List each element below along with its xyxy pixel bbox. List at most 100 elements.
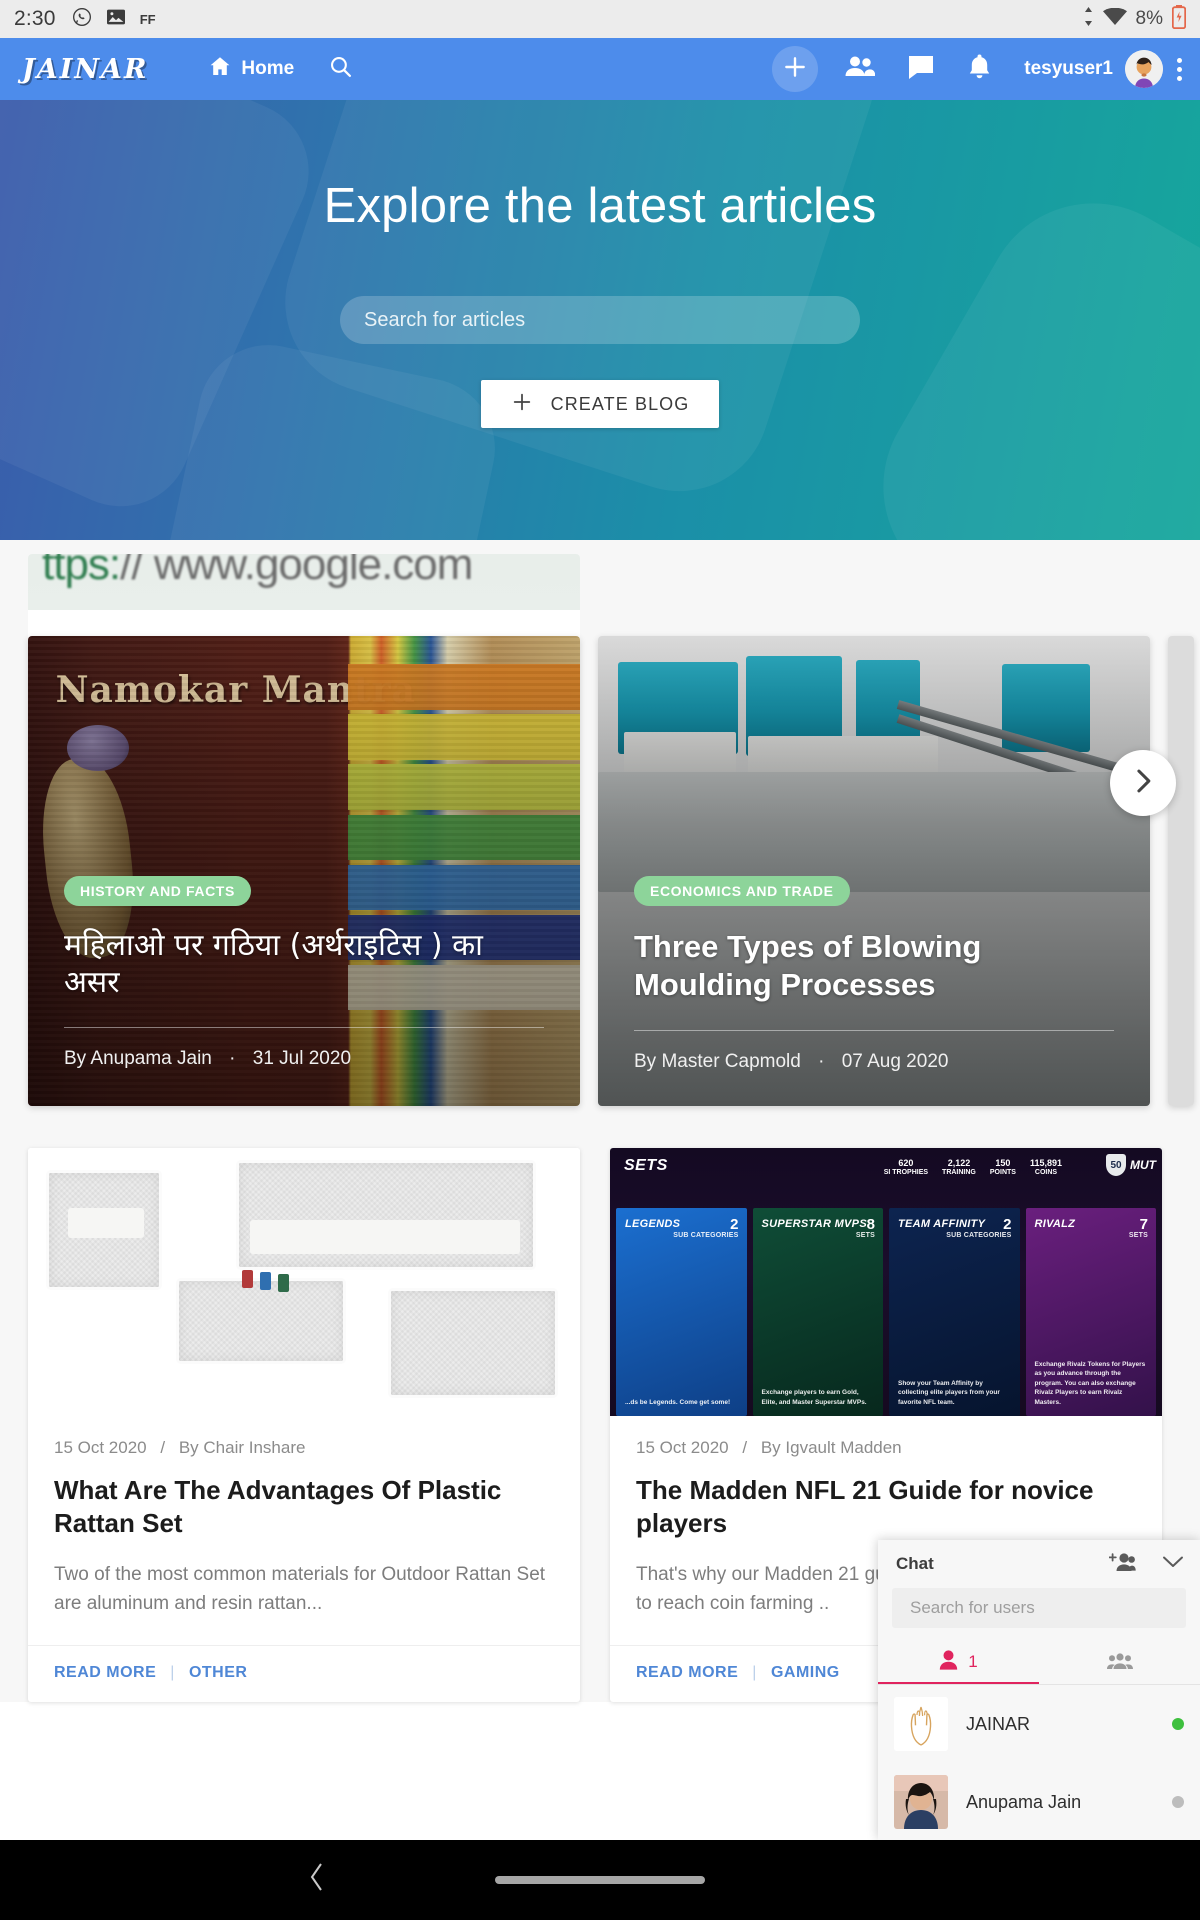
blog-card-excerpt: Two of the most common materials for Out… (54, 1564, 546, 1615)
people-button[interactable] (844, 54, 876, 85)
chat-bubble-icon (907, 54, 935, 85)
read-more-link[interactable]: READ MORE (54, 1664, 156, 1682)
category-link[interactable]: OTHER (189, 1664, 248, 1682)
whatsapp-icon (72, 7, 92, 32)
hero-search-box[interactable] (340, 296, 860, 344)
plus-icon (511, 391, 533, 418)
home-pill[interactable] (495, 1876, 705, 1884)
list-item[interactable]: JAINAR (878, 1685, 1200, 1763)
featured-carousel[interactable]: Namokar Mantra HISTORY AND FACTS महिलाओ … (0, 554, 1200, 1108)
blog-card-title[interactable]: The Madden NFL 21 Guide for novice playe… (636, 1474, 1136, 1540)
blog-card[interactable]: 15 Oct 2020 / By Chair Inshare What Are … (28, 1148, 580, 1702)
chat-tabs: 1 (878, 1642, 1200, 1685)
ff-icon: FF (139, 11, 156, 27)
status-notification-icons: FF (72, 7, 156, 32)
chat-header-actions (1108, 1552, 1184, 1577)
blog-card-title[interactable]: What Are The Advantages Of Plastic Ratta… (54, 1474, 554, 1540)
nav-item-home[interactable]: Home (208, 54, 294, 84)
chat-user-name: Anupama Jain (966, 1791, 1082, 1812)
read-more-link[interactable]: READ MORE (636, 1664, 738, 1682)
chat-tab-people[interactable]: 1 (878, 1642, 1039, 1684)
status-system-icons: 8% (1083, 4, 1187, 34)
nav-search-button[interactable] (328, 54, 353, 84)
search-input[interactable] (364, 308, 836, 332)
kebab-menu-icon[interactable] (1177, 57, 1182, 81)
featured-card-partial[interactable] (1168, 636, 1194, 1106)
white-rattan-furniture-set-image[interactable] (28, 1148, 580, 1416)
create-blog-button[interactable]: CREATE BLOG (480, 380, 720, 428)
game-tile: SUPERSTAR MVPS 8 SETS Exchange players t… (752, 1208, 883, 1416)
featured-card-title[interactable]: महिलाओ पर गठिया (अर्थराइटिस ) का असर (64, 928, 544, 1001)
carousel-next-button[interactable] (1110, 750, 1176, 816)
chat-user-list: JAINAR Anupama Jain (878, 1685, 1200, 1840)
status-badge (1172, 1718, 1184, 1730)
blog-card-meta: 15 Oct 2020 / By Chair Inshare (54, 1438, 554, 1458)
battery-percent: 8% (1135, 8, 1163, 29)
chat-user-name: JAINAR (966, 1713, 1031, 1734)
stat-item: 2,122 TRAINING (942, 1158, 976, 1177)
namaste-hands-avatar (894, 1697, 948, 1751)
featured-card[interactable]: ECONOMICS AND TRADE Three Types of Blowi… (598, 636, 1150, 1106)
notifications-button[interactable] (967, 53, 992, 85)
author-label: By Master Capmold (634, 1050, 801, 1072)
game-tile: RIVALZ 7 SETS Exchange Rivalz Tokens for… (1025, 1208, 1156, 1416)
battery-icon (1171, 4, 1187, 34)
data-transfer-icon (1083, 7, 1094, 31)
category-link[interactable]: GAMING (771, 1664, 840, 1682)
person-icon (939, 1649, 958, 1675)
featured-card-title[interactable]: Three Types of Blowing Moulding Processe… (634, 928, 1114, 1004)
meta-separator: · (229, 1048, 236, 1070)
chat-tab-groups[interactable] (1039, 1642, 1200, 1684)
gallery-icon (106, 8, 126, 31)
game-stats: 620 SI TROPHIES 2,122 TRAINING 150 POINTS 1… (884, 1158, 1062, 1178)
mut-badge: 50 MUT (1106, 1154, 1156, 1176)
create-post-button[interactable] (772, 46, 819, 92)
featured-card-body: HISTORY AND FACTS महिलाओ पर गठिया (अर्थर… (28, 876, 580, 1070)
username-label[interactable]: tesyuser1 (1024, 58, 1113, 80)
blog-card-footer: READ MORE | OTHER (28, 1644, 580, 1702)
blog-card-body: 15 Oct 2020 / By Chair Inshare What Are … (28, 1416, 580, 1645)
badge-number: 50 (1106, 1154, 1126, 1176)
site-logo[interactable]: JAINAR (22, 54, 148, 85)
woman-photo-avatar (894, 1775, 948, 1829)
top-navigation-bar: JAINAR Home tesyuser1 (0, 38, 1200, 100)
hero-section: Explore the latest articles CREATE BLOG (0, 100, 1200, 540)
category-badge[interactable]: ECONOMICS AND TRADE (634, 876, 850, 906)
divider (634, 1029, 1114, 1031)
back-chevron-icon[interactable] (308, 1862, 326, 1899)
next-card-image (1168, 636, 1194, 1106)
android-status-bar: 2:30 FF 8% (0, 0, 1200, 38)
chevron-down-icon[interactable] (1162, 1555, 1184, 1574)
game-tiles: LEGENDS 2 SUB CATEGORIES ...ds be Legend… (610, 1208, 1162, 1416)
date-label: 07 Aug 2020 (841, 1050, 949, 1072)
date-label: 15 Oct 2020 (54, 1438, 147, 1457)
chat-search-box[interactable] (892, 1588, 1186, 1628)
wifi-icon (1102, 7, 1127, 31)
meta-separator: · (818, 1050, 825, 1072)
featured-card-meta: By Master Capmold · 07 Aug 2020 (634, 1051, 1114, 1073)
messages-button[interactable] (907, 54, 935, 85)
chat-panel[interactable]: Chat Search for users 1 JAINAR Anupama J… (878, 1540, 1200, 1840)
plus-icon (782, 54, 808, 85)
create-blog-label: CREATE BLOG (550, 393, 690, 414)
android-navigation-bar (0, 1840, 1200, 1920)
group-icon (1106, 1652, 1133, 1675)
featured-card-body: ECONOMICS AND TRADE Three Types of Blowi… (598, 876, 1150, 1073)
add-person-icon[interactable] (1108, 1552, 1136, 1577)
madden-nfl-sets-screen-image[interactable]: SETS 620 SI TROPHIES 2,122 TRAINING 150 POI… (610, 1148, 1162, 1416)
category-badge[interactable]: HISTORY AND FACTS (64, 876, 251, 906)
author-label: By Chair Inshare (178, 1438, 306, 1457)
bell-icon (967, 53, 992, 85)
featured-card[interactable]: Namokar Mantra HISTORY AND FACTS महिलाओ … (28, 636, 580, 1106)
list-item[interactable]: Anupama Jain (878, 1763, 1200, 1840)
blog-card-meta: 15 Oct 2020 / By Igvault Madden (636, 1438, 1136, 1458)
game-tile: TEAM AFFINITY 2 SUB CATEGORIES Show your… (889, 1208, 1020, 1416)
game-screen-header: SETS (624, 1157, 668, 1174)
meta-separator: / (742, 1438, 748, 1457)
chat-search-input[interactable] (910, 1598, 1168, 1618)
date-label: 15 Oct 2020 (636, 1438, 729, 1457)
stat-item: 150 POINTS (989, 1158, 1016, 1177)
footer-separator: | (170, 1663, 175, 1681)
avatar[interactable] (1125, 50, 1163, 88)
stat-item: 620 SI TROPHIES (883, 1158, 929, 1177)
